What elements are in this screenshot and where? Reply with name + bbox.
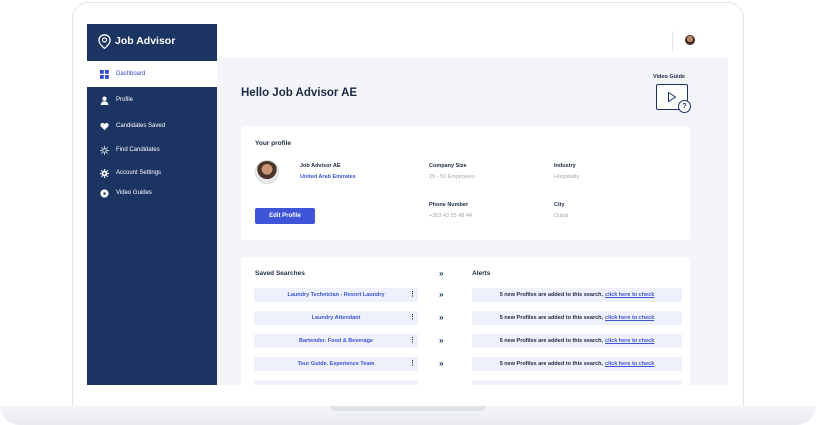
saved-search-label: Laundry Technician - Resort Laundry [287,292,385,298]
alert-text: 5 new Profiles are added to this search, [499,338,604,344]
profile-country: United Arab Emirates [300,174,356,180]
user-avatar[interactable] [685,35,695,45]
more-options-icon[interactable]: ⋮ [409,334,416,348]
double-chevron-right-icon: » [439,269,444,278]
saved-searches-title: Saved Searches [255,270,305,277]
sidebar-item-dashboard[interactable]: Dashboard [87,61,217,87]
sidebar-item-candidates-saved[interactable]: Candidates Saved [87,113,217,139]
alert-check-link[interactable]: click here to check [605,292,654,298]
location-pin-logo-icon [98,33,111,49]
phone-label: Phone Number [429,202,469,208]
phone-value: +363 43 55 48 44 [429,213,472,219]
play-icon [668,91,677,103]
saved-search-item[interactable]: Laundry Attendant ⋮ [254,311,418,325]
alert-item: 5 new Profiles are added to this search,… [472,311,682,325]
saved-search-label: Tour Guide. Experience Team [297,361,375,367]
user-icon [99,95,109,105]
industry-value: Hospitality [554,174,580,180]
sidebar-item-label: Account Settings [116,170,162,176]
app-name: Job Advisor [115,35,176,47]
saved-search-label: Laundry Attendant [311,315,361,321]
video-guide-label: Video Guide [653,74,685,80]
sidebar-item-label: Video Guides [116,190,152,196]
sidebar-item-label: Find Candidates [116,147,160,153]
profile-avatar [255,160,279,184]
edit-profile-button[interactable]: Edit Profile [255,208,315,224]
sidebar-item-label: Profile [116,97,134,103]
profile-card-title: Your profile [255,140,291,147]
profile-card: Your profile Job Advisor AE United Arab … [241,126,690,240]
logo[interactable]: Job Advisor [98,33,175,49]
laptop-notch [330,406,486,411]
alert-item-partial [472,380,682,385]
saved-search-item-partial[interactable] [254,380,418,385]
saved-search-label: Bartender. Food & Beverage [299,338,373,344]
alert-text: 5 new Profiles are added to this search, [499,292,604,298]
alert-check-link[interactable]: click here to check [605,338,654,344]
sidebar-item-label: Candidates Saved [116,123,166,129]
more-options-icon[interactable]: ⋮ [409,311,416,325]
sidebar-item-video-guides[interactable]: Video Guides [87,180,217,206]
alert-check-link[interactable]: click here to check [605,361,654,367]
city-label: City [554,202,565,208]
sidebar-item-profile[interactable]: Profile [87,87,217,113]
gear-icon [99,168,109,178]
company-size-label: Company Size [429,163,467,169]
page-title: Hello Job Advisor AE [241,87,358,99]
top-bar-divider [672,31,673,51]
alert-item: 5 new Profiles are added to this search,… [472,357,682,371]
double-chevron-right-icon: » [439,380,451,385]
top-bar [217,24,728,58]
double-chevron-right-icon: » [439,336,444,345]
saved-search-item[interactable]: Tour Guide. Experience Team ⋮ [254,357,418,371]
alert-check-link[interactable]: click here to check [605,315,654,321]
sidebar: Job Advisor Dashboard Profile Candidates… [87,24,217,385]
alerts-title: Alerts [472,270,491,277]
company-size-value: 25 - 50 Employees [429,174,475,180]
industry-label: Industry [554,163,576,169]
app-screen: Job Advisor Dashboard Profile Candidates… [87,24,728,385]
saved-searches-card: Saved Searches » Alerts Laundry Technici… [241,257,690,385]
double-chevron-right-icon: » [439,290,444,299]
sidebar-item-label: Dashboard [116,71,146,77]
alert-item: 5 new Profiles are added to this search,… [472,334,682,348]
city-value: Dubai [554,213,569,219]
alert-text: 5 new Profiles are added to this search, [499,315,604,321]
more-options-icon[interactable]: ⋮ [409,357,416,371]
profile-name: Job Advisor AE [300,163,341,169]
alert-text: 5 new Profiles are added to this search, [499,361,604,367]
heart-icon [99,121,109,131]
double-chevron-right-icon: » [439,313,444,322]
alert-item: 5 new Profiles are added to this search,… [472,288,682,302]
help-icon[interactable]: ? [678,100,691,113]
more-options-icon[interactable]: ⋮ [409,288,416,302]
dashboard-icon [99,69,109,79]
saved-search-item[interactable]: Bartender. Food & Beverage ⋮ [254,334,418,348]
saved-search-item[interactable]: Laundry Technician - Resort Laundry ⋮ [254,288,418,302]
crosshair-icon [99,145,109,155]
double-chevron-right-icon: » [439,359,444,368]
video-icon [99,188,109,198]
